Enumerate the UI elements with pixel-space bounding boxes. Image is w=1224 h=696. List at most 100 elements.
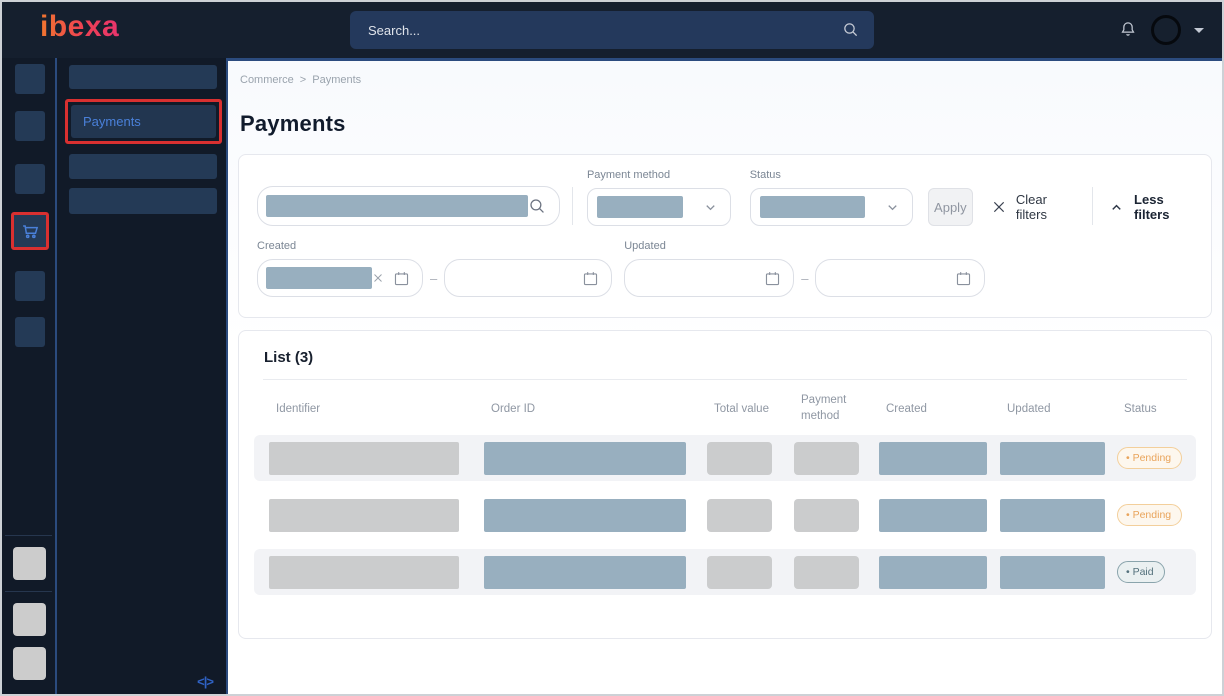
column-created: Created bbox=[886, 403, 1007, 415]
status-badge: Pending bbox=[1117, 447, 1182, 469]
list-title: List (3) bbox=[239, 331, 1211, 379]
created-redacted bbox=[879, 442, 987, 475]
rail-nav-button-2[interactable] bbox=[15, 111, 45, 141]
order-id-redacted bbox=[484, 499, 686, 532]
rail-nav-button-6[interactable] bbox=[15, 317, 45, 347]
order-id-redacted bbox=[484, 442, 686, 475]
chevron-down-icon bbox=[703, 200, 718, 215]
range-separator: – bbox=[430, 271, 437, 286]
column-payment-method: Payment method bbox=[801, 393, 859, 424]
divider bbox=[5, 591, 52, 592]
rail-nav-button-1[interactable] bbox=[15, 64, 45, 94]
breadcrumb-payments[interactable]: Payments bbox=[312, 74, 361, 86]
created-redacted bbox=[879, 556, 987, 589]
less-filters-button[interactable]: Less filters bbox=[1109, 188, 1197, 226]
updated-redacted bbox=[1000, 499, 1105, 532]
chevron-down-icon[interactable] bbox=[1194, 28, 1204, 33]
search-value-redacted bbox=[266, 195, 528, 217]
calendar-icon[interactable] bbox=[955, 270, 972, 287]
table-row[interactable]: Pending bbox=[254, 492, 1196, 538]
created-redacted bbox=[879, 499, 987, 532]
divider bbox=[1092, 187, 1093, 225]
payment-method-select[interactable] bbox=[587, 188, 731, 226]
page-title: Payments bbox=[240, 111, 1212, 137]
sidebar-item-4[interactable] bbox=[69, 188, 217, 214]
status-value-redacted bbox=[760, 196, 865, 218]
divider bbox=[5, 535, 52, 536]
status-badge: Pending bbox=[1117, 504, 1182, 526]
created-to-date-input[interactable] bbox=[444, 259, 612, 297]
payment-method-value-redacted bbox=[597, 196, 683, 218]
icon-rail bbox=[2, 58, 57, 694]
filter-search-input[interactable] bbox=[257, 186, 560, 226]
search-icon[interactable] bbox=[528, 197, 547, 216]
created-from-date-input[interactable] bbox=[257, 259, 423, 297]
table-row[interactable]: Pending bbox=[254, 435, 1196, 481]
bell-icon[interactable] bbox=[1118, 20, 1138, 40]
breadcrumb-commerce[interactable]: Commerce bbox=[240, 74, 294, 86]
global-search-input[interactable] bbox=[368, 23, 842, 38]
clear-filters-label: Clear filters bbox=[1016, 192, 1076, 222]
table-header: Identifier Order ID Total value Payment … bbox=[254, 380, 1196, 435]
column-updated: Updated bbox=[1007, 403, 1124, 415]
sidebar-item-1[interactable] bbox=[69, 65, 217, 89]
sidebar-collapse-icon[interactable]: <|> bbox=[197, 674, 213, 689]
less-filters-label: Less filters bbox=[1134, 192, 1197, 222]
rail-bottom-button-3[interactable] bbox=[13, 647, 46, 680]
total-value-redacted bbox=[707, 556, 772, 589]
sidebar-item-payments[interactable]: Payments bbox=[71, 105, 216, 138]
rail-nav-button-5[interactable] bbox=[15, 271, 45, 301]
commerce-nav-button[interactable] bbox=[19, 220, 41, 242]
sidebar-item-3[interactable] bbox=[69, 154, 217, 179]
status-badge: Paid bbox=[1117, 561, 1165, 583]
breadcrumb: Commerce > Payments bbox=[240, 74, 1212, 86]
rail-bottom-button-1[interactable] bbox=[13, 547, 46, 580]
main-content: Commerce > Payments Payments bbox=[228, 58, 1222, 694]
secondary-sidebar: Payments <|> bbox=[57, 58, 228, 694]
updated-from-date-input[interactable] bbox=[624, 259, 794, 297]
rail-nav-button-3[interactable] bbox=[15, 164, 45, 194]
payment-method-redacted bbox=[794, 556, 859, 589]
payment-method-redacted bbox=[794, 499, 859, 532]
annotation-highlight-payments: Payments bbox=[65, 99, 222, 144]
total-value-redacted bbox=[707, 499, 772, 532]
column-identifier: Identifier bbox=[276, 403, 491, 415]
close-icon bbox=[991, 199, 1007, 215]
filters-panel: Payment method Status bbox=[238, 154, 1212, 318]
status-label: Status bbox=[750, 169, 913, 181]
shopping-cart-icon bbox=[19, 220, 41, 242]
clear-filters-button[interactable]: Clear filters bbox=[991, 188, 1076, 226]
chevron-down-icon bbox=[885, 200, 900, 215]
column-total-value: Total value bbox=[714, 403, 801, 415]
calendar-icon[interactable] bbox=[764, 270, 781, 287]
created-from-value-redacted bbox=[266, 267, 372, 289]
rail-bottom-group bbox=[2, 535, 55, 694]
payment-method-label: Payment method bbox=[587, 169, 731, 181]
calendar-icon[interactable] bbox=[393, 270, 410, 287]
total-value-redacted bbox=[707, 442, 772, 475]
updated-redacted bbox=[1000, 556, 1105, 589]
table-row[interactable]: Paid bbox=[254, 549, 1196, 595]
column-order-id: Order ID bbox=[491, 403, 714, 415]
breadcrumb-separator: > bbox=[300, 74, 306, 86]
column-status: Status bbox=[1124, 403, 1196, 415]
payments-list-panel: List (3) Identifier Order ID Total value… bbox=[238, 330, 1212, 639]
order-id-redacted bbox=[484, 556, 686, 589]
payment-method-redacted bbox=[794, 442, 859, 475]
divider bbox=[572, 187, 573, 225]
identifier-redacted bbox=[269, 499, 459, 532]
calendar-icon[interactable] bbox=[582, 270, 599, 287]
identifier-redacted bbox=[269, 442, 459, 475]
apply-button[interactable]: Apply bbox=[928, 188, 973, 226]
clear-date-icon[interactable] bbox=[372, 272, 384, 284]
user-avatar[interactable] bbox=[1151, 15, 1181, 45]
global-search[interactable] bbox=[350, 11, 874, 49]
topbar: ibexa bbox=[2, 2, 1222, 58]
rail-bottom-button-2[interactable] bbox=[13, 603, 46, 636]
status-select[interactable] bbox=[750, 188, 913, 226]
search-icon bbox=[842, 21, 860, 39]
chevron-up-icon bbox=[1109, 200, 1124, 215]
updated-redacted bbox=[1000, 442, 1105, 475]
updated-to-date-input[interactable] bbox=[815, 259, 985, 297]
ibexa-logo[interactable]: ibexa bbox=[40, 10, 119, 44]
